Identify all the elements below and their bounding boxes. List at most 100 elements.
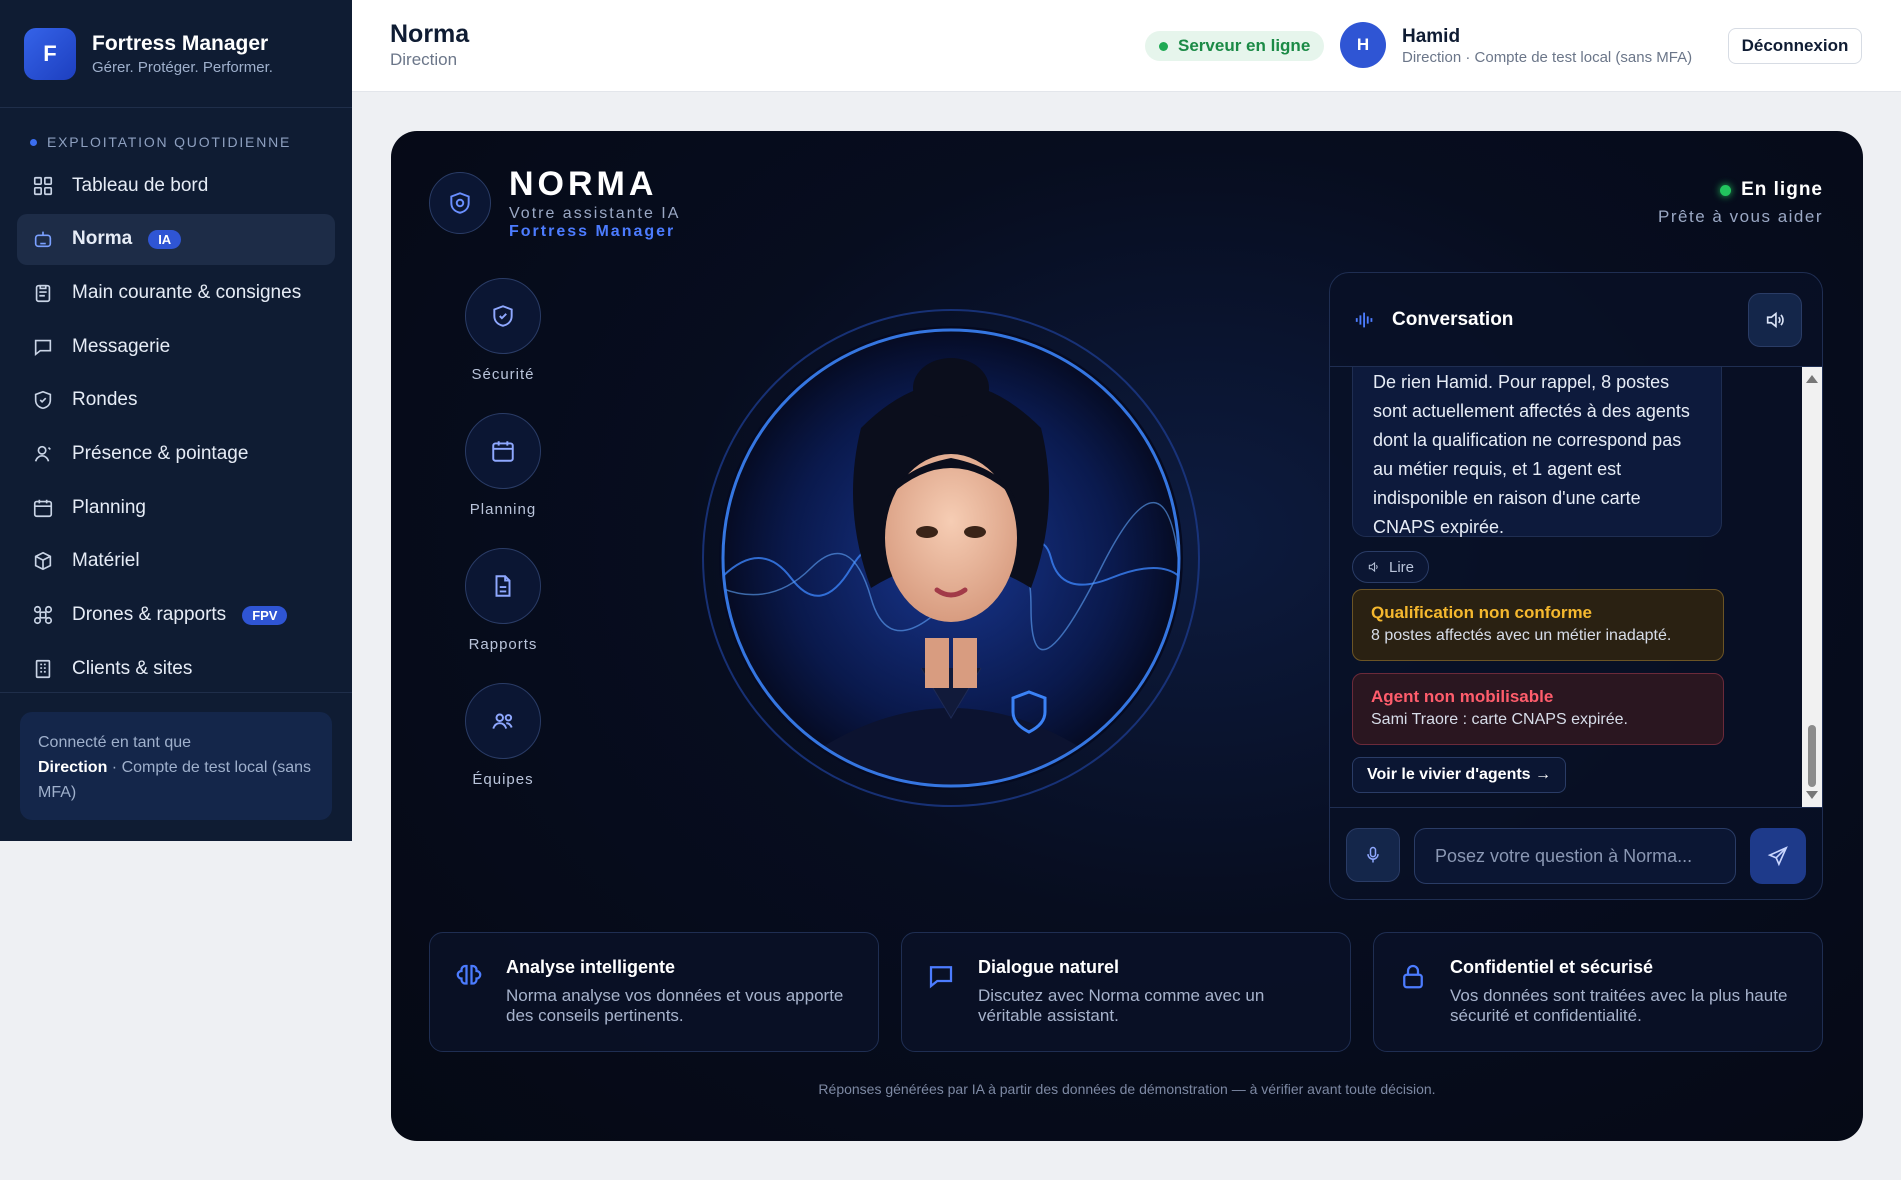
- sidebar-item-materiel[interactable]: Matériel: [17, 536, 335, 587]
- shield-check-icon: [493, 305, 513, 327]
- norma-status-text: En ligne: [1741, 179, 1823, 200]
- feature-title: Confidentiel et sécurisé: [1450, 957, 1654, 977]
- norma-subtitle: Votre assistante IA: [509, 205, 681, 222]
- sidebar-item-drones[interactable]: Drones & rapports FPV: [17, 590, 335, 641]
- alert-text: Sami Traore : carte CNAPS expirée.: [1371, 711, 1628, 728]
- sidebar-item-main-courante[interactable]: Main courante & consignes: [17, 267, 335, 318]
- conversation-scrollbar[interactable]: [1802, 367, 1822, 807]
- lock-icon: [1398, 961, 1428, 991]
- norma-title: NORMA: [509, 165, 658, 203]
- alert-agent: Agent non mobilisable Sami Traore : cart…: [1352, 673, 1724, 745]
- action-label: Équipes: [472, 771, 534, 788]
- sidebar-item-label: Matériel: [72, 550, 140, 572]
- feature-text: Norma analyse vos données et vous apport…: [506, 986, 844, 1025]
- read-aloud-button[interactable]: Lire: [1352, 551, 1430, 583]
- conversation-title: Conversation: [1392, 308, 1514, 330]
- user-role: Direction · Compte de test local (sans M…: [1402, 49, 1693, 66]
- microphone-button[interactable]: [1346, 828, 1400, 882]
- team-icon: [492, 713, 513, 729]
- feature-title: Analyse intelligente: [506, 957, 676, 977]
- brain-icon: [454, 961, 484, 991]
- server-status-text: Serveur en ligne: [1178, 36, 1311, 55]
- sidebar-item-label: Messagerie: [72, 335, 171, 357]
- sidebar-item-rondes[interactable]: Rondes: [17, 375, 335, 426]
- fpv-badge: FPV: [242, 605, 288, 625]
- action-label: Sécurité: [471, 366, 535, 383]
- user-name: Hamid: [1402, 26, 1461, 47]
- action-planning[interactable]: Planning: [465, 413, 541, 518]
- calendar-icon: [32, 497, 54, 519]
- assistant-message: De rien Hamid. Pour rappel, 8 postes son…: [1352, 367, 1722, 537]
- feature-text: Vos données sont traitées avec la plus h…: [1450, 986, 1788, 1025]
- action-securite[interactable]: Sécurité: [465, 278, 541, 383]
- action-rapports[interactable]: Rapports: [465, 548, 541, 653]
- scroll-thumb[interactable]: [1808, 725, 1816, 787]
- action-rapports-button[interactable]: [465, 548, 541, 624]
- brand[interactable]: F Fortress Manager Gérer. Protéger. Perf…: [0, 0, 352, 108]
- alert-text: 8 postes affectés avec un métier inadapt…: [1371, 627, 1672, 644]
- sidebar-item-label: Drones & rapports: [72, 604, 227, 625]
- feature-card-analyse: Analyse intelligente Norma analyse vos d…: [429, 932, 879, 1052]
- action-equipes[interactable]: Équipes: [465, 683, 541, 788]
- document-icon: [495, 575, 511, 597]
- sidebar-item-label: Tableau de bord: [72, 174, 209, 196]
- nav-section-title: EXPLOITATION QUOTIDIENNE: [0, 108, 352, 150]
- feature-text: Discutez avec Norma comme avec un vérita…: [978, 986, 1265, 1025]
- sidebar-item-norma[interactable]: Norma IA: [17, 213, 335, 265]
- norma-status-sub: Prête à vous aider: [1658, 207, 1823, 226]
- speaker-small-icon: [1368, 561, 1378, 573]
- top-header: Norma Direction Serveur en ligne H Hamid…: [352, 0, 1901, 92]
- account-prefix: Connecté en tant que: [38, 734, 192, 751]
- sidebar-divider: [0, 692, 352, 693]
- scroll-up-arrow[interactable]: [1806, 375, 1818, 383]
- norma-avatar: [701, 308, 1201, 808]
- page-subtitle: Direction: [390, 50, 458, 69]
- brand-tagline: Gérer. Protéger. Performer.: [92, 58, 273, 76]
- conversation-panel: Conversation De rien Hamid. Pour rappel,…: [1329, 272, 1823, 900]
- calendar-icon: [492, 441, 514, 462]
- ai-disclaimer: Réponses générées par IA à partir des do…: [818, 1081, 1436, 1097]
- action-label: Rapports: [468, 636, 538, 653]
- question-input[interactable]: [1414, 828, 1736, 884]
- conversation-messages[interactable]: De rien Hamid. Pour rappel, 8 postes son…: [1330, 367, 1804, 807]
- alert-title: Qualification non conforme: [1371, 603, 1593, 622]
- alert-qualification: Qualification non conforme 8 postes affe…: [1352, 589, 1724, 661]
- waveform-icon: [1355, 312, 1373, 327]
- logout-button[interactable]: Déconnexion: [1728, 28, 1862, 64]
- sidebar-item-presence[interactable]: Présence & pointage: [17, 428, 335, 479]
- action-securite-button[interactable]: [465, 278, 541, 354]
- sidebar-item-planning[interactable]: Planning: [17, 482, 335, 533]
- shield-icon: [32, 389, 54, 411]
- clipboard-icon: [32, 282, 54, 304]
- norma-panel: NORMA Votre assistante IA Fortress Manag…: [391, 131, 1863, 1141]
- robot-icon: [32, 228, 54, 250]
- conversation-header: Conversation: [1330, 273, 1822, 367]
- action-planning-button[interactable]: [465, 413, 541, 489]
- speaker-button[interactable]: [1748, 293, 1802, 347]
- sidebar-item-clients[interactable]: Clients & sites: [17, 643, 335, 694]
- send-button[interactable]: [1750, 828, 1806, 884]
- action-equipes-button[interactable]: [465, 683, 541, 759]
- sidebar-item-label: Planning: [72, 496, 146, 518]
- building-icon: [32, 658, 54, 680]
- sidebar-item-label: Norma: [72, 228, 133, 250]
- user-icon: [32, 443, 54, 465]
- brand-name: Fortress Manager: [92, 31, 269, 55]
- ia-badge: IA: [148, 229, 182, 249]
- sidebar-item-label: Clients & sites: [72, 657, 193, 679]
- account-card: Connecté en tant que Direction · Compte …: [20, 712, 332, 820]
- brain-shield-icon: [450, 192, 470, 214]
- scroll-down-arrow[interactable]: [1806, 791, 1818, 799]
- sidebar-item-tableau-de-bord[interactable]: Tableau de bord: [17, 160, 335, 211]
- box-icon: [32, 550, 54, 572]
- conversation-input-bar: [1330, 807, 1822, 899]
- send-icon: [1767, 846, 1788, 867]
- avatar[interactable]: H: [1340, 22, 1386, 68]
- online-dot: [1720, 184, 1732, 196]
- norma-product-name: Fortress Manager: [509, 223, 676, 240]
- norma-status: En ligne: [1720, 179, 1823, 201]
- sidebar-item-messagerie[interactable]: Messagerie: [17, 321, 335, 372]
- sidebar-item-label: Main courante & consignes: [72, 281, 302, 303]
- view-agents-button[interactable]: Voir le vivier d'agents →: [1352, 757, 1567, 793]
- sidebar-item-label: Présence & pointage: [72, 442, 249, 464]
